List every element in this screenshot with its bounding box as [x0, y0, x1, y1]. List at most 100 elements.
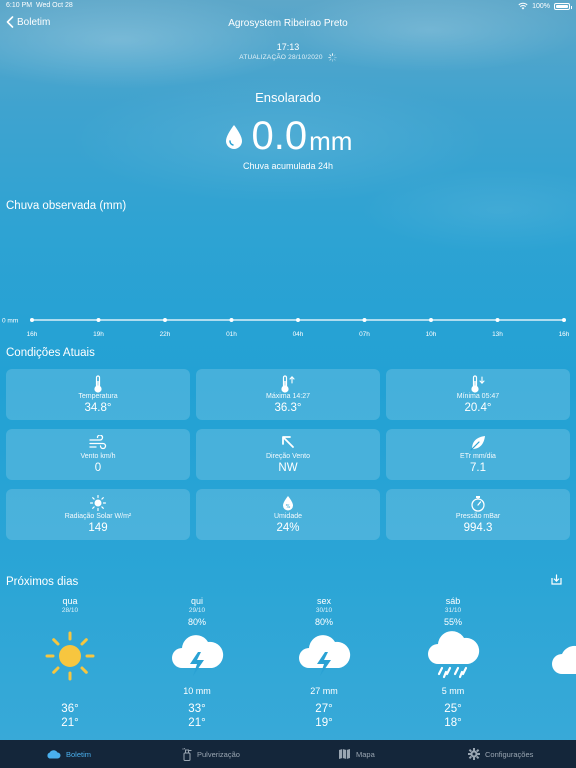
rain-unit: mm: [309, 126, 353, 156]
forecast-min-temp: 21°: [61, 717, 79, 729]
tab-pulverizacao[interactable]: Pulverização: [182, 740, 240, 768]
weather-condition: Ensolarado: [255, 90, 321, 105]
forecast-min-temp: 19°: [315, 717, 333, 729]
forecast-date: 29/10: [188, 607, 206, 614]
forecast-day[interactable]: sáb 31/10: [403, 596, 503, 614]
card-pressure[interactable]: Pressão mBar 994.3: [386, 489, 570, 540]
update-info: ATUALIZAÇÃO 28/10/2020: [0, 53, 576, 62]
forecast-weekday: sáb: [445, 596, 461, 606]
rain-chart: 0 mm 16h 19h 22h 01h 04h 07h 10h 13h 16h: [2, 318, 570, 339]
tab-mapa[interactable]: Mapa: [338, 740, 375, 768]
rain-icon: [403, 630, 503, 680]
forecast-weekday: sex: [316, 596, 331, 606]
forecast-rain-chance: 80%: [314, 617, 333, 627]
card-label: Máxima 14:27: [266, 393, 310, 400]
card-value: 0: [94, 462, 102, 474]
forecast-date: 30/10: [315, 607, 333, 614]
card-value: 20.4°: [464, 402, 492, 414]
forecast-rain-chance: 55%: [443, 617, 462, 627]
status-date: Wed Oct 28: [35, 2, 73, 9]
x-tick-label: 22h: [160, 331, 171, 338]
rain-value: 0.0: [251, 114, 308, 158]
raindrop-icon: [225, 125, 242, 149]
svg-text:%: %: [286, 504, 291, 510]
card-humidity[interactable]: % Umidade 24%: [196, 489, 380, 540]
thunderstorm-icon: [274, 630, 374, 680]
card-solar-radiation[interactable]: Radiação Solar W/m² 149: [6, 489, 190, 540]
thermometer-up-icon: [196, 375, 380, 393]
card-value: NW: [278, 462, 298, 474]
card-wind-direction[interactable]: Direção Vento NW: [196, 429, 380, 480]
card-label: Umidade: [273, 513, 302, 520]
tab-label: Mapa: [356, 749, 375, 759]
tab-label: Configurações: [485, 749, 534, 759]
partial-cloud-icon: [552, 645, 576, 674]
y-axis-zero-label: 0 mm: [2, 318, 18, 325]
wind-icon: [6, 435, 190, 453]
sprayer-icon: [182, 747, 192, 761]
forecast-min-temp: 21°: [188, 717, 206, 729]
tab-label: Boletim: [66, 749, 92, 759]
x-tick-label: 16h: [27, 331, 38, 338]
forecast-day[interactable]: qui 29/10: [147, 596, 247, 614]
card-max-temperature[interactable]: Máxima 14:27 36.3°: [196, 369, 380, 420]
rain-data-point: [429, 318, 433, 322]
card-label: Direção Vento: [266, 453, 310, 460]
forecast-max-temp: 25°: [444, 703, 462, 715]
forecast-date: 28/10: [61, 607, 79, 614]
x-tick-label: 13h: [492, 331, 503, 338]
card-etr[interactable]: ETr mm/dia 7.1: [386, 429, 570, 480]
forecast-rain-mm: 10 mm: [183, 686, 211, 696]
tab-label: Pulverização: [197, 749, 240, 759]
rain-data-point: [362, 318, 367, 322]
rain-data-point: [562, 318, 566, 322]
forecast-day[interactable]: qua 28/10: [20, 596, 120, 614]
tab-boletim[interactable]: Boletim: [46, 740, 91, 768]
card-label: Temperatura: [78, 393, 118, 400]
card-wind-speed[interactable]: Vento km/h 0: [6, 429, 190, 480]
wifi-icon: [518, 2, 528, 10]
card-value: 994.3: [463, 522, 493, 534]
forecast-max-temp: 33°: [188, 703, 206, 715]
x-tick-label: 04h: [293, 331, 304, 338]
rain-data-point: [163, 318, 167, 322]
x-tick-label: 07h: [359, 331, 370, 338]
x-tick-label: 19h: [93, 331, 104, 338]
thermometer-icon: [6, 375, 190, 393]
rain-data-point: [495, 318, 500, 322]
forecast-rain-mm: 27 mm: [310, 686, 338, 696]
thermometer-down-icon: [386, 375, 570, 393]
forecast-min-temp: 18°: [444, 717, 462, 729]
forecast-weekday: qui: [190, 596, 203, 606]
card-temperature[interactable]: Temperatura 34.8°: [6, 369, 190, 420]
status-bar: 6:10 PM Wed Oct 28 100%: [0, 0, 576, 12]
arrow-northwest-icon: [196, 435, 380, 453]
update-label: ATUALIZAÇÃO 28/10/2020: [239, 54, 323, 62]
stopwatch-icon: [386, 495, 570, 513]
card-value: 24%: [276, 522, 300, 534]
loading-spinner-icon: [327, 53, 337, 62]
update-time: 17:13: [276, 42, 300, 52]
tab-configuracoes[interactable]: Configurações: [468, 740, 533, 768]
map-icon: [339, 749, 350, 759]
page-title: Agrosystem Ribeirao Preto: [228, 18, 348, 29]
status-right: 100%: [518, 2, 572, 10]
rain-data-point: [96, 318, 101, 322]
download-icon[interactable]: [551, 574, 562, 585]
card-label: Radiação Solar W/m²: [64, 513, 132, 520]
gear-icon: [468, 748, 480, 760]
battery-percent: 100%: [532, 2, 550, 10]
card-value: 149: [88, 522, 108, 534]
x-tick-label: 10h: [426, 331, 437, 338]
card-label: ETr mm/dia: [460, 453, 496, 460]
forecast-weekday: qua: [62, 596, 78, 606]
forecast-max-temp: 27°: [315, 703, 333, 715]
status-time-date: 6:10 PM Wed Oct 28: [6, 2, 73, 9]
card-min-temperature[interactable]: Mínima 05:47 20.4°: [386, 369, 570, 420]
sun-icon: [20, 630, 120, 682]
thunderstorm-icon: [147, 630, 247, 680]
forecast-section-title: Próximos dias: [6, 576, 79, 588]
card-value: 7.1: [470, 462, 486, 474]
forecast-day[interactable]: sex 30/10: [274, 596, 374, 614]
card-label: Mínima 05:47: [456, 393, 500, 400]
